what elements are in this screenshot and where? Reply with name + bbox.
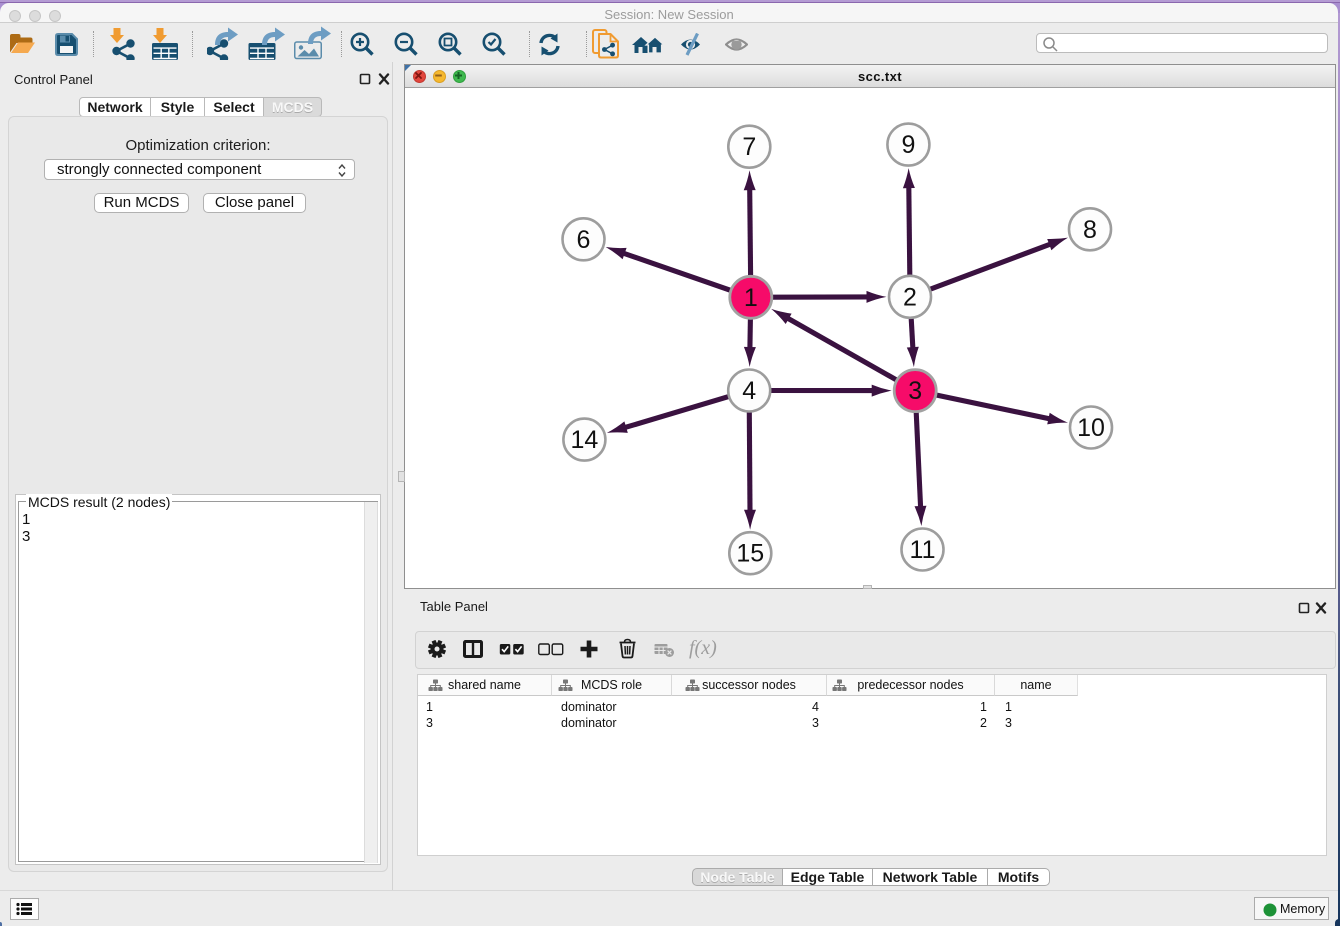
svg-text:11: 11 <box>910 536 936 564</box>
svg-text:15: 15 <box>736 540 764 568</box>
svg-text:3: 3 <box>908 377 922 405</box>
svg-text:7: 7 <box>742 133 756 161</box>
svg-text:14: 14 <box>570 426 598 454</box>
svg-text:9: 9 <box>901 131 915 159</box>
svg-text:8: 8 <box>1083 216 1097 244</box>
svg-text:10: 10 <box>1077 414 1105 442</box>
svg-text:1: 1 <box>744 284 758 312</box>
svg-text:6: 6 <box>577 226 591 254</box>
svg-text:4: 4 <box>742 377 756 405</box>
svg-text:2: 2 <box>903 283 917 311</box>
